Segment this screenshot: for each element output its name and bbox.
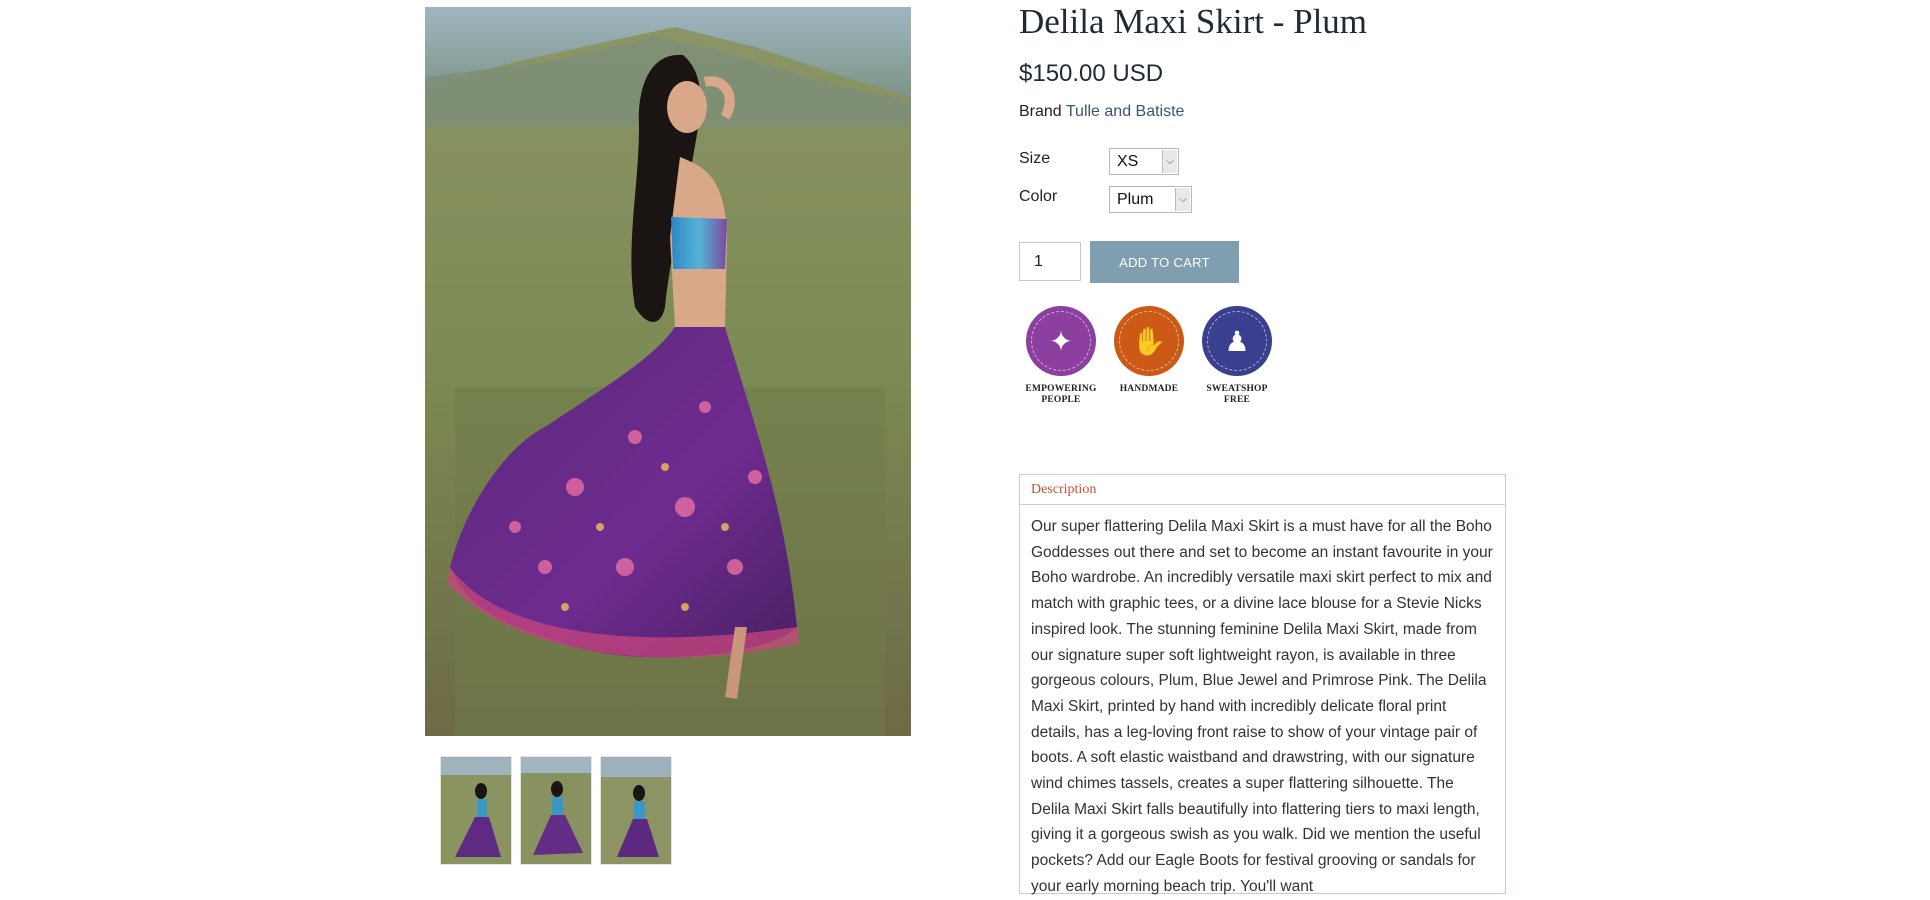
color-select-value: Plum bbox=[1117, 190, 1154, 208]
size-select-value: XS bbox=[1117, 152, 1139, 170]
running-figures-icon: ♟ bbox=[1202, 306, 1272, 376]
thumbnail-gallery bbox=[440, 756, 672, 865]
color-select[interactable]: Plum ⌵ bbox=[1109, 186, 1192, 213]
badge-label: HANDMADE bbox=[1119, 384, 1179, 394]
badge-label: SWEATSHOP FREE bbox=[1206, 384, 1268, 405]
hand-icon: ✋ bbox=[1114, 306, 1184, 376]
description-tab[interactable]: Description bbox=[1020, 475, 1505, 505]
product-title: Delila Maxi Skirt - Plum bbox=[1019, 2, 1368, 41]
badge-label: EMPOWERING PEOPLE bbox=[1025, 384, 1097, 405]
kick-figure-icon: ✦ bbox=[1026, 306, 1096, 376]
brand-label: Brand bbox=[1019, 103, 1062, 120]
size-label: Size bbox=[1019, 150, 1051, 167]
description-text: Our super flattering Delila Maxi Skirt i… bbox=[1031, 518, 1493, 895]
badge-empowering-people: ✦ EMPOWERING PEOPLE bbox=[1025, 306, 1097, 406]
badge-sweatshop-free: ♟ SWEATSHOP FREE bbox=[1201, 306, 1273, 406]
size-select[interactable]: XS ⌵ bbox=[1109, 148, 1179, 175]
chevron-down-icon[interactable]: ⌵ bbox=[1162, 150, 1177, 173]
badge-handmade: ✋ HANDMADE bbox=[1113, 306, 1185, 406]
brand-line: Brand Tulle and Batiste bbox=[1019, 103, 1184, 121]
color-label: Color bbox=[1019, 188, 1058, 205]
brand-link[interactable]: Tulle and Batiste bbox=[1066, 103, 1185, 120]
add-to-cart-button[interactable]: ADD TO CART bbox=[1090, 241, 1239, 283]
value-badges: ✦ EMPOWERING PEOPLE ✋ HANDMADE ♟ SWEATSH… bbox=[1025, 306, 1273, 406]
thumbnail-2[interactable] bbox=[520, 756, 592, 865]
thumbnail-3[interactable] bbox=[600, 756, 672, 865]
product-price: $150.00 USD bbox=[1019, 60, 1164, 87]
product-main-image[interactable] bbox=[425, 7, 911, 736]
quantity-input[interactable] bbox=[1019, 242, 1081, 281]
thumbnail-1[interactable] bbox=[440, 756, 512, 865]
chevron-down-icon[interactable]: ⌵ bbox=[1175, 188, 1190, 211]
description-panel: Description Our super flattering Delila … bbox=[1019, 474, 1506, 895]
